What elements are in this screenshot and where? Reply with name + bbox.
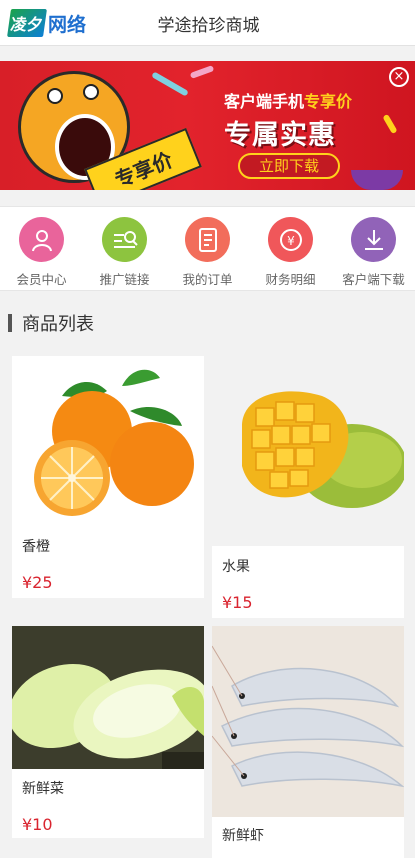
product-card[interactable]: 新鲜菜 ¥10 <box>12 626 204 838</box>
section-title: 商品列表 <box>22 314 94 335</box>
product-card[interactable]: 新鲜虾 <box>212 626 404 858</box>
streamer-decoration <box>189 65 215 79</box>
product-image-mango <box>212 356 404 546</box>
product-name: 新鲜虾 <box>222 828 264 844</box>
product-image-shrimp <box>212 626 404 817</box>
yuan-icon: ¥ <box>268 217 313 262</box>
eye-shape <box>83 84 99 100</box>
product-card[interactable]: 香橙 ¥25 <box>12 356 204 598</box>
product-price: ¥25 <box>22 573 53 592</box>
quick-nav: 会员中心 推广链接 我的订单 ¥ 财务明细 客户端下载 <box>0 206 415 291</box>
nav-item-label: 会员中心 <box>16 272 67 287</box>
product-image-orange <box>12 356 204 526</box>
user-icon <box>19 217 64 262</box>
page-title: 学途拾珍商城 <box>157 16 260 36</box>
product-card[interactable]: 水果 ¥15 <box>212 356 404 618</box>
product-name: 新鲜菜 <box>22 781 64 797</box>
nav-item-label: 推广链接 <box>99 272 150 287</box>
banner-subtitle: 客户端手机专享价 <box>224 88 352 112</box>
nav-item-label: 客户端下载 <box>342 272 405 287</box>
promo-banner[interactable]: 专享价 客户端手机专享价 专属实惠 立即下载 × <box>0 61 415 190</box>
nav-item-label: 财务明细 <box>265 272 316 287</box>
product-price: ¥10 <box>22 815 53 834</box>
product-price: ¥15 <box>222 593 253 612</box>
boat-decoration <box>351 170 403 190</box>
nav-item-promo-link[interactable]: 推广链接 <box>83 207 166 292</box>
banner-subtitle-prefix: 客户端手机 <box>224 92 305 111</box>
product-name: 水果 <box>222 559 250 575</box>
top-header: 凌夕 网络 学途拾珍商城 <box>0 0 415 46</box>
eye-shape <box>47 88 63 104</box>
banner-subtitle-highlight: 专享价 <box>304 92 353 111</box>
download-now-button[interactable]: 立即下载 <box>238 153 340 179</box>
nav-item-finance-details[interactable]: ¥ 财务明细 <box>249 207 332 292</box>
document-icon <box>185 217 230 262</box>
banner-headline: 专属实惠 <box>224 120 336 151</box>
product-name: 香橙 <box>22 539 50 555</box>
streamer-decoration <box>382 113 398 135</box>
download-icon <box>351 217 396 262</box>
streamer-decoration <box>151 71 189 97</box>
nav-item-label: 我的订单 <box>182 272 233 287</box>
search-list-icon <box>102 217 147 262</box>
nav-item-my-orders[interactable]: 我的订单 <box>166 207 249 292</box>
close-icon[interactable]: × <box>389 67 409 87</box>
nav-item-client-download[interactable]: 客户端下载 <box>332 207 415 292</box>
nav-item-member-center[interactable]: 会员中心 <box>0 207 83 292</box>
section-header: 商品列表 <box>8 312 94 335</box>
product-image-cabbage <box>12 626 204 769</box>
svg-text:¥: ¥ <box>287 234 295 248</box>
section-marker <box>8 314 12 332</box>
